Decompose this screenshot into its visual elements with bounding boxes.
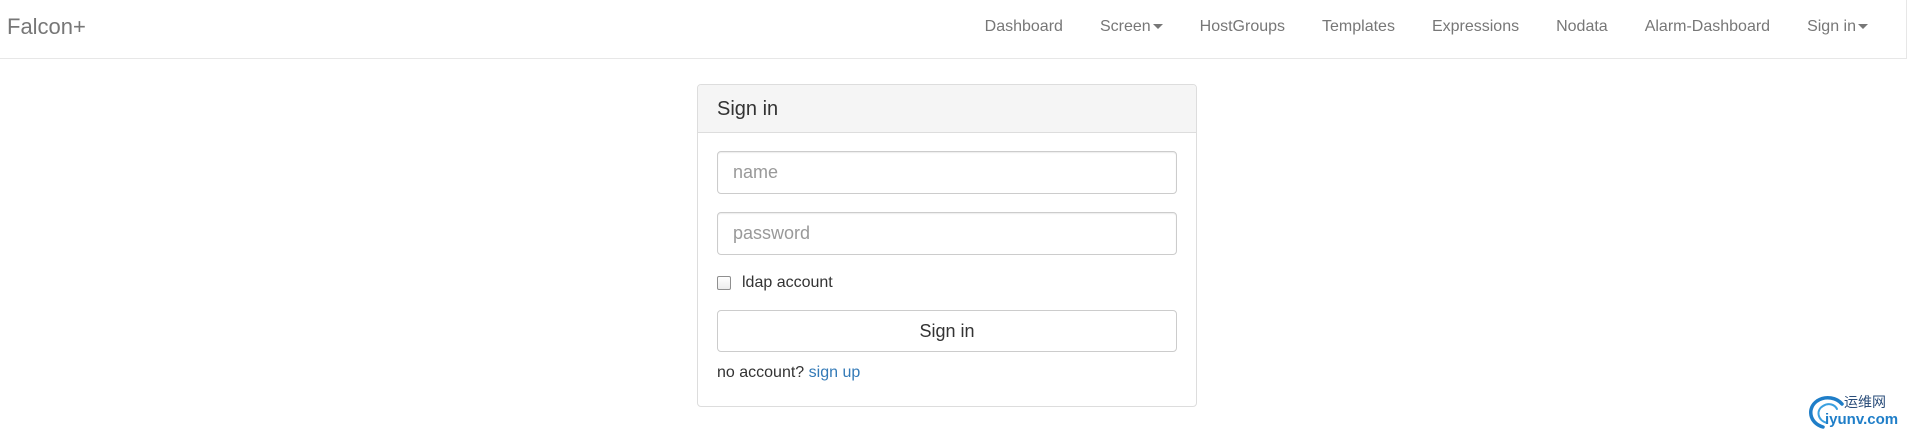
panel-title: Sign in <box>698 85 1196 133</box>
nav-item-screen[interactable]: Screen <box>1081 0 1181 53</box>
sign-in-button[interactable]: Sign in <box>717 310 1177 352</box>
nav-item-alarm-dashboard[interactable]: Alarm-Dashboard <box>1626 0 1788 53</box>
ldap-checkbox-label[interactable]: ldap account <box>742 274 833 292</box>
nav-label: Sign in <box>1807 18 1856 35</box>
nav-label: Expressions <box>1431 18 1520 35</box>
nav-item-expressions[interactable]: Expressions <box>1413 0 1537 53</box>
watermark-en-text: iyunv.com <box>1825 411 1899 428</box>
nav-item-templates[interactable]: Templates <box>1304 0 1414 53</box>
nav-label: Alarm-Dashboard <box>1644 18 1771 35</box>
nav-item-dashboard[interactable]: Dashboard <box>966 0 1081 53</box>
sign-up-link[interactable]: sign up <box>809 364 861 381</box>
caret-down-icon <box>1858 24 1868 30</box>
nav-item-nodata[interactable]: Nodata <box>1538 0 1627 53</box>
top-navbar: Falcon+ Dashboard Screen HostGroups Temp… <box>0 0 1907 59</box>
nav-label: Templates <box>1322 18 1395 35</box>
nav-label: HostGroups <box>1199 18 1286 35</box>
ldap-checkbox[interactable] <box>717 276 731 290</box>
nav-item-sign-in[interactable]: Sign in <box>1789 0 1868 53</box>
signin-panel: Sign in ldap account Sign in no account?… <box>697 84 1197 407</box>
nav-label: Nodata <box>1556 18 1608 35</box>
ldap-checkbox-row[interactable]: ldap account <box>717 271 833 295</box>
nav-label: Screen <box>1099 18 1151 35</box>
brand-logo[interactable]: Falcon+ <box>7 14 86 40</box>
caret-down-icon <box>1152 24 1163 30</box>
nav-item-hostgroups[interactable]: HostGroups <box>1181 0 1303 53</box>
signup-prompt-text: no account? <box>717 364 805 381</box>
nav-menu: Dashboard Screen HostGroups Templates Ex… <box>966 0 1868 53</box>
password-input[interactable] <box>717 212 1177 255</box>
site-watermark: 运维网 iyunv.com <box>1803 390 1903 435</box>
nav-label: Dashboard <box>984 18 1063 35</box>
name-input[interactable] <box>717 151 1177 194</box>
signup-prompt-row: no account? sign up <box>717 363 860 383</box>
watermark-cn-text: 运维网 <box>1844 395 1886 411</box>
